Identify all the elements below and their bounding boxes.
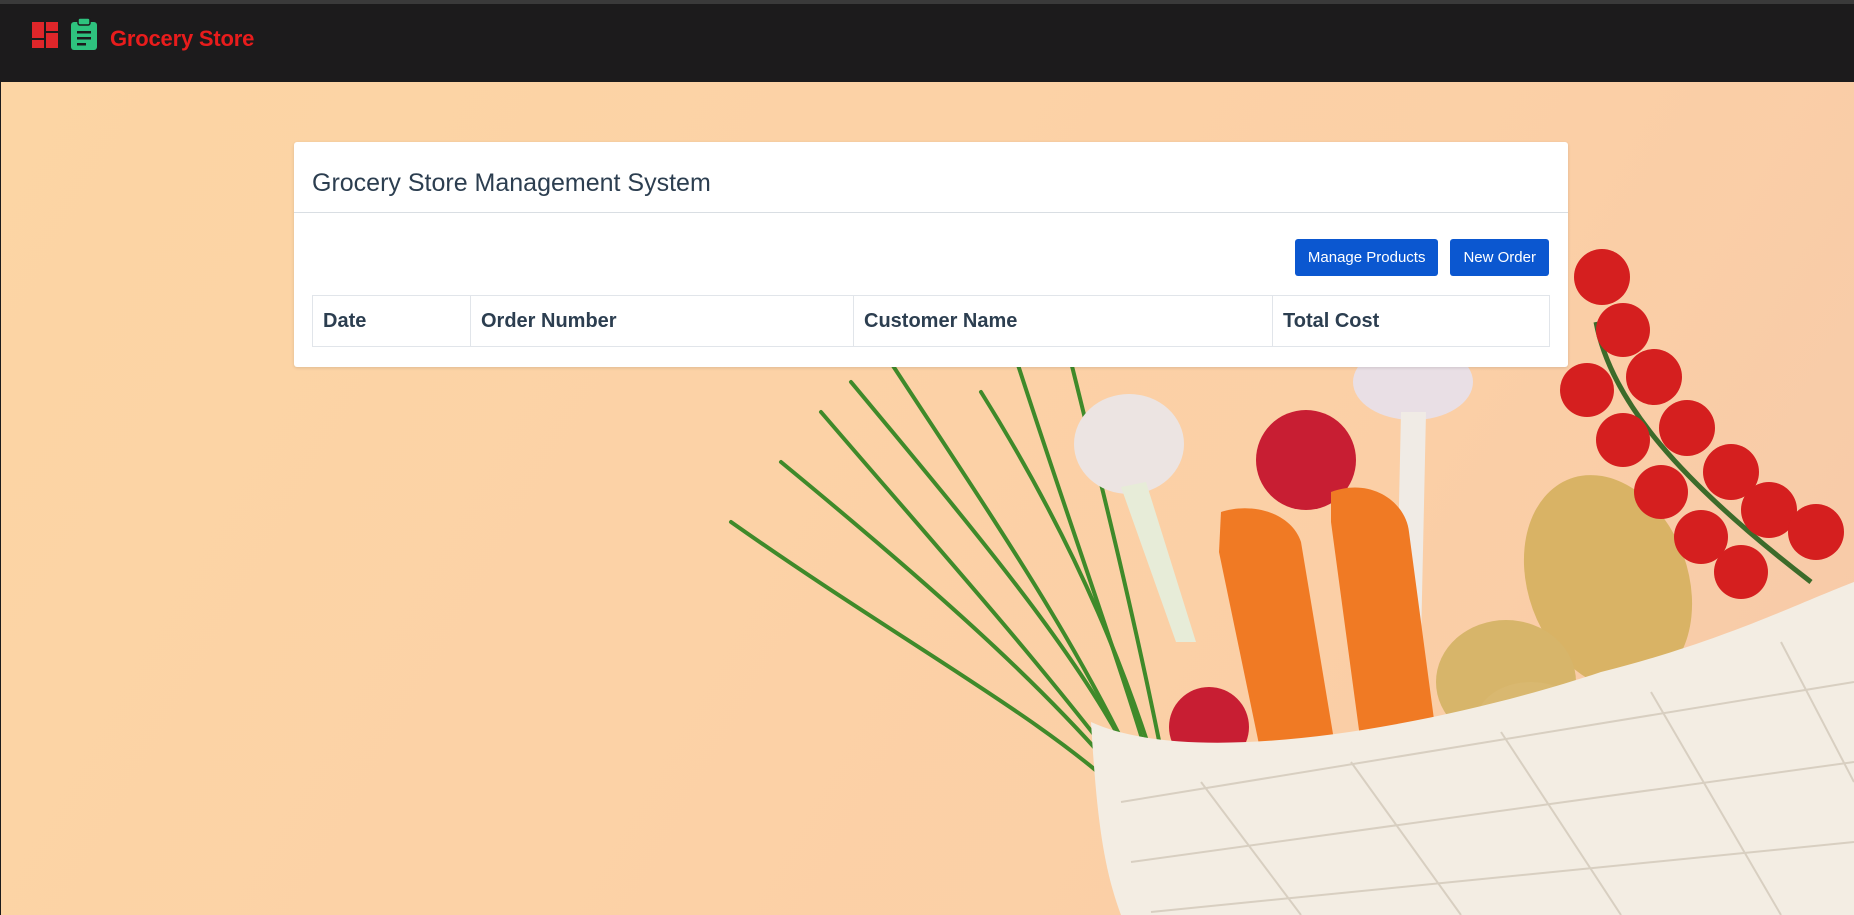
orders-card: Grocery Store Management System Manage P…: [294, 142, 1568, 367]
card-actions: Manage Products New Order: [1294, 239, 1549, 276]
new-order-button[interactable]: New Order: [1450, 239, 1549, 276]
manage-products-button[interactable]: Manage Products: [1294, 239, 1439, 276]
brand-title[interactable]: Grocery Store: [110, 28, 254, 50]
brand[interactable]: Grocery Store: [32, 18, 254, 50]
top-navbar: Grocery Store: [0, 0, 1854, 82]
orders-table: Date Order Number Customer Name Total Co…: [312, 295, 1550, 347]
hero-background: Grocery Store Management System Manage P…: [1, 82, 1854, 915]
card-header: Grocery Store Management System: [294, 142, 1568, 213]
dashboard-icon: [32, 22, 58, 48]
column-header-total-cost[interactable]: Total Cost: [1272, 295, 1550, 347]
column-header-date[interactable]: Date: [312, 295, 471, 347]
page-title: Grocery Store Management System: [312, 169, 711, 197]
table-header-row: Date Order Number Customer Name Total Co…: [312, 295, 1550, 347]
column-header-order-number[interactable]: Order Number: [470, 295, 854, 347]
column-header-customer-name[interactable]: Customer Name: [853, 295, 1273, 347]
clipboard-icon: [71, 18, 97, 50]
